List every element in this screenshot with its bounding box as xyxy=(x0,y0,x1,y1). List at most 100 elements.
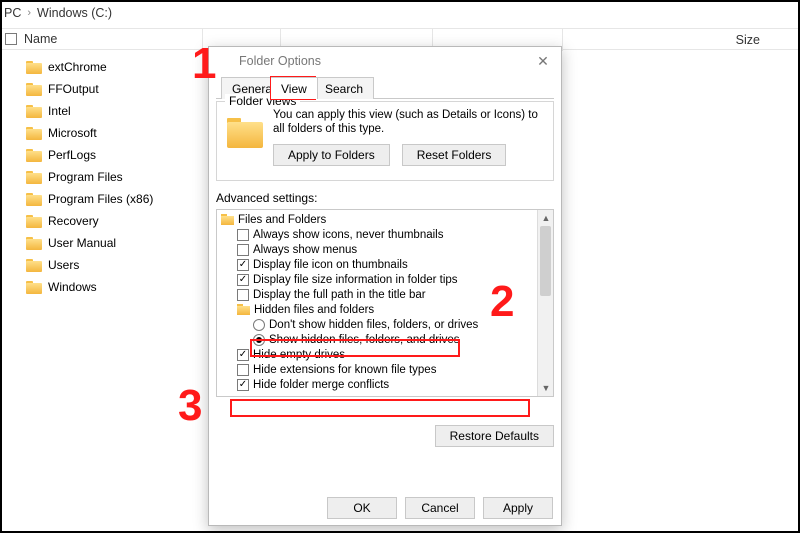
checkbox-icon xyxy=(237,349,249,361)
list-item-label: Program Files (x86) xyxy=(48,192,153,206)
scroll-thumb[interactable] xyxy=(540,226,551,296)
list-item-label: Windows xyxy=(48,280,97,294)
folder-views-text: You can apply this view (such as Details… xyxy=(273,108,545,137)
restore-defaults-button[interactable]: Restore Defaults xyxy=(435,425,554,447)
folder-icon xyxy=(26,105,42,118)
list-item-label: Intel xyxy=(48,104,71,118)
annotation-box-hide-protected xyxy=(230,399,530,417)
tree-label: Don't show hidden files, folders, or dri… xyxy=(269,319,478,331)
list-item[interactable]: Intel xyxy=(26,102,153,120)
scrollbar[interactable]: ▲ ▼ xyxy=(537,210,553,396)
tree-group-hidden: Hidden files and folders xyxy=(221,302,535,317)
list-item-label: User Manual xyxy=(48,236,116,250)
checkbox-icon xyxy=(5,33,17,45)
checkbox-icon xyxy=(237,289,249,301)
button-label: Apply xyxy=(503,501,533,515)
opt-display-file-size[interactable]: Display file size information in folder … xyxy=(221,272,535,287)
folder-stack-icon xyxy=(227,118,263,148)
list-item[interactable]: User Manual xyxy=(26,234,153,252)
close-button[interactable]: ✕ xyxy=(533,51,553,71)
checkbox-icon xyxy=(237,379,249,391)
chevron-right-icon: › xyxy=(27,7,31,19)
tab-label: View xyxy=(281,82,307,96)
folder-icon xyxy=(26,259,42,272)
tree-label: Hide folder merge conflicts xyxy=(253,379,389,391)
list-item[interactable]: Microsoft xyxy=(26,124,153,142)
advanced-settings-label: Advanced settings: xyxy=(216,191,554,205)
ok-button[interactable]: OK xyxy=(327,497,397,519)
scroll-down-icon[interactable]: ▼ xyxy=(538,380,554,396)
tree-label: Hide extensions for known file types xyxy=(253,364,436,376)
folder-icon xyxy=(26,127,42,140)
breadcrumb[interactable]: PC › Windows (C:) xyxy=(4,6,112,20)
list-item-label: PerfLogs xyxy=(48,148,96,162)
breadcrumb-seg-drive[interactable]: Windows (C:) xyxy=(37,6,112,20)
folder-icon xyxy=(26,281,42,294)
opt-hide-extensions[interactable]: Hide extensions for known file types xyxy=(221,362,535,377)
button-label: Cancel xyxy=(421,501,458,515)
folder-icon xyxy=(26,171,42,184)
folder-icon xyxy=(26,215,42,228)
scroll-up-icon[interactable]: ▲ xyxy=(538,210,554,226)
opt-display-file-icon[interactable]: Display file icon on thumbnails xyxy=(221,257,535,272)
cancel-button[interactable]: Cancel xyxy=(405,497,475,519)
breadcrumb-seg-pc[interactable]: PC xyxy=(4,6,21,20)
list-item[interactable]: extChrome xyxy=(26,58,153,76)
list-item[interactable]: Windows xyxy=(26,278,153,296)
annotation-number-2: 2 xyxy=(490,280,514,324)
checkbox-icon xyxy=(237,364,249,376)
annotation-box-show-hidden xyxy=(250,339,460,357)
tab-view[interactable]: View xyxy=(271,77,318,99)
folder-icon xyxy=(26,83,42,96)
folder-icon xyxy=(26,193,42,206)
reset-folders-button[interactable]: Reset Folders xyxy=(402,144,507,166)
list-item[interactable]: Users xyxy=(26,256,153,274)
checkbox-icon xyxy=(237,274,249,286)
list-item[interactable]: Program Files (x86) xyxy=(26,190,153,208)
opt-always-show-menus[interactable]: Always show menus xyxy=(221,242,535,257)
dialog-title: Folder Options xyxy=(209,47,561,75)
dialog-title-text: Folder Options xyxy=(217,54,321,68)
checkbox-icon xyxy=(237,259,249,271)
radio-icon xyxy=(253,319,265,331)
list-item-label: Recovery xyxy=(48,214,99,228)
list-item[interactable]: PerfLogs xyxy=(26,146,153,164)
close-icon: ✕ xyxy=(537,53,549,70)
header-checkbox[interactable] xyxy=(2,29,20,49)
folder-icon xyxy=(26,237,42,250)
column-name[interactable]: Name xyxy=(24,29,204,49)
explorer-file-list: extChrome FFOutput Intel Microsoft PerfL… xyxy=(26,58,153,296)
opt-hide-protected-os[interactable]: Hide protected operating system files (R… xyxy=(221,392,535,394)
apply-to-folders-button[interactable]: Apply to Folders xyxy=(273,144,390,166)
folder-views-group: Folder views You can apply this view (su… xyxy=(216,101,554,181)
tab-search[interactable]: Search xyxy=(315,77,374,99)
list-item[interactable]: FFOutput xyxy=(26,80,153,98)
list-item[interactable]: Recovery xyxy=(26,212,153,230)
list-item[interactable]: Program Files xyxy=(26,168,153,186)
annotation-number-1: 1 xyxy=(192,42,216,86)
list-item-label: Microsoft xyxy=(48,126,97,140)
opt-dont-show-hidden[interactable]: Don't show hidden files, folders, or dri… xyxy=(221,317,535,332)
folder-icon xyxy=(221,214,234,225)
tab-label: Search xyxy=(325,82,363,96)
folder-icon xyxy=(26,149,42,162)
list-item-label: extChrome xyxy=(48,60,107,74)
folder-icon xyxy=(237,304,250,315)
button-label: Apply to Folders xyxy=(288,148,375,162)
tree-label: Display the full path in the title bar xyxy=(253,289,426,301)
button-label: Reset Folders xyxy=(417,148,492,162)
tree-label: Hidden files and folders xyxy=(254,304,374,316)
checkbox-icon xyxy=(237,394,249,395)
opt-display-full-path[interactable]: Display the full path in the title bar xyxy=(221,287,535,302)
checkbox-icon xyxy=(237,244,249,256)
dialog-button-row: OK Cancel Apply xyxy=(209,497,561,519)
list-item-label: Users xyxy=(48,258,79,272)
tree-label: Display file icon on thumbnails xyxy=(253,259,408,271)
annotation-number-3: 3 xyxy=(178,384,202,428)
apply-button[interactable]: Apply xyxy=(483,497,553,519)
opt-always-show-icons[interactable]: Always show icons, never thumbnails xyxy=(221,227,535,242)
tree-label: Always show icons, never thumbnails xyxy=(253,229,443,241)
column-size[interactable]: Size xyxy=(736,29,760,51)
tree-label: Hide protected operating system files (R… xyxy=(253,394,531,395)
opt-hide-merge-conflicts[interactable]: Hide folder merge conflicts xyxy=(221,377,535,392)
